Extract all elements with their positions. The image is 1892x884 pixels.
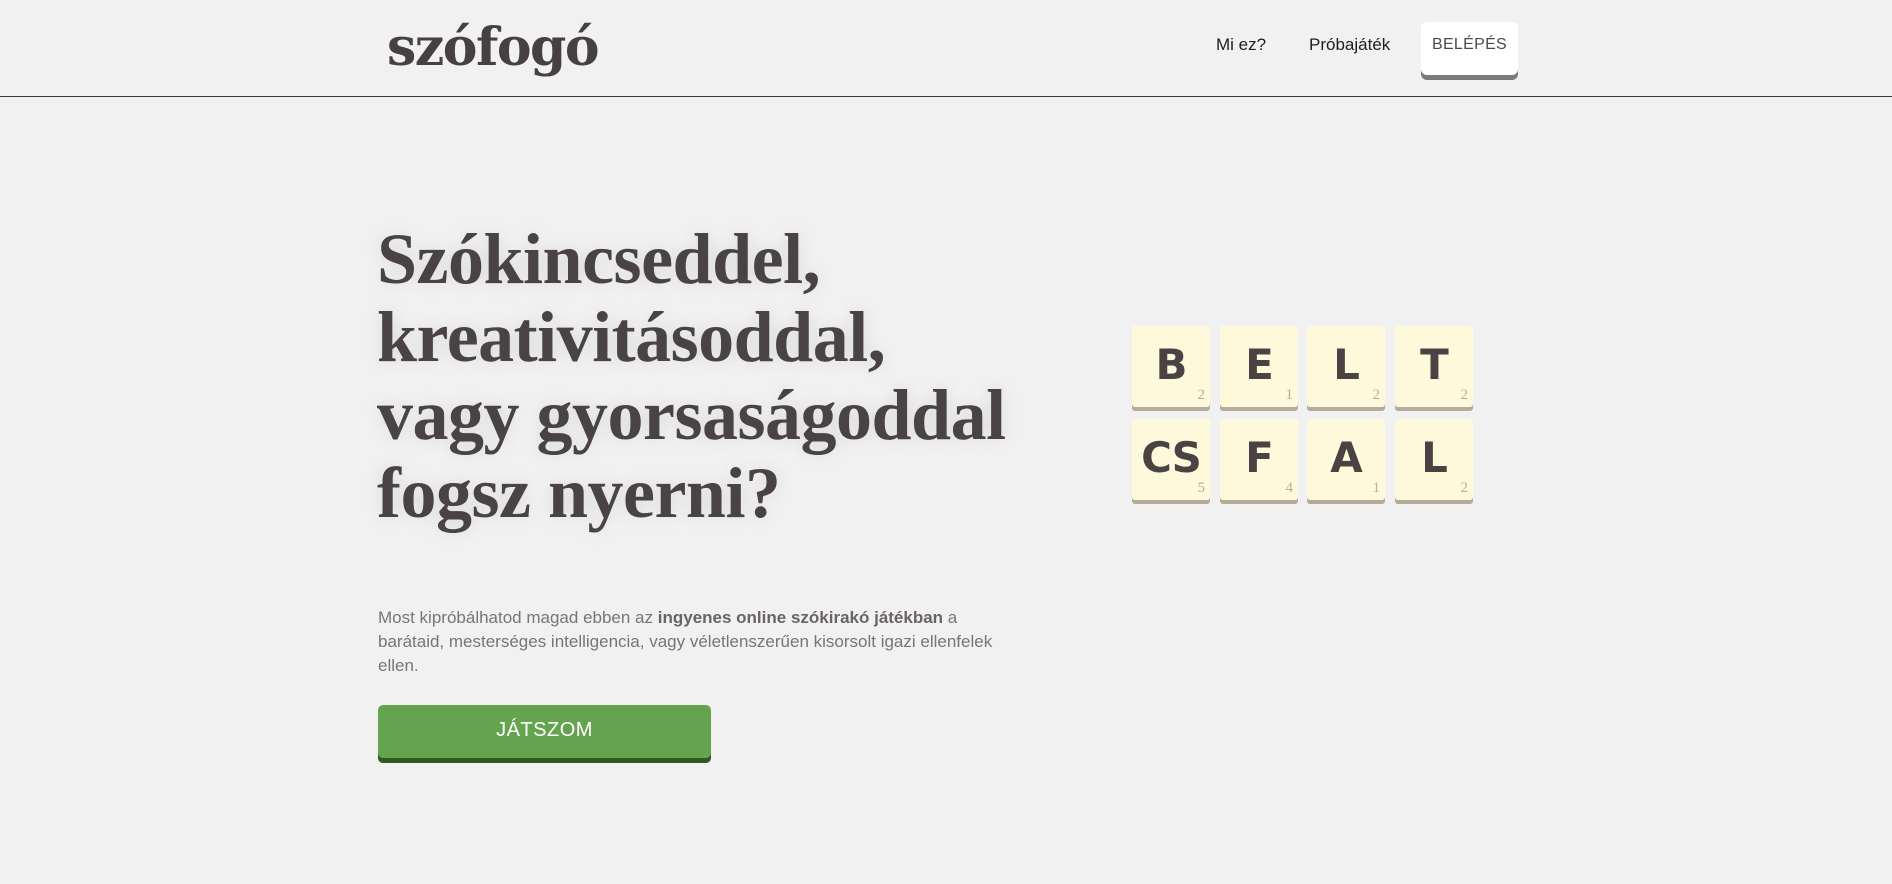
- hero-description-start: Most kipróbálhatod magad ebben az: [378, 608, 658, 627]
- tile-letter: F: [1245, 433, 1274, 482]
- tile-letter: E: [1245, 340, 1274, 389]
- letter-tile: E 1: [1220, 326, 1298, 407]
- letter-tile: L 2: [1307, 326, 1385, 407]
- hero-description: Most kipróbálhatod magad ebben az ingyen…: [378, 606, 1003, 678]
- tile-score: 1: [1285, 387, 1294, 403]
- hero-description-highlight: ingyenes online szókirakó játékban: [657, 608, 944, 627]
- tile-letter: L: [1333, 340, 1360, 389]
- tile-letter: T: [1420, 340, 1449, 389]
- tile-letter: A: [1330, 433, 1363, 482]
- letter-tile: L 2: [1395, 419, 1473, 500]
- letter-tile: A 1: [1307, 419, 1385, 500]
- hero-title: Szókincseddel, kreativitásoddal, vagy gy…: [377, 219, 1006, 533]
- site-header: szófogó Mi ez? Próbajáték BELÉPÉS: [0, 0, 1892, 97]
- play-button[interactable]: JÁTSZOM: [378, 705, 711, 758]
- letter-tiles: B 2 E 1 L 2 T 2 CS 5 F 4 A 1 L 2: [1132, 326, 1476, 506]
- tile-letter: B: [1155, 340, 1187, 389]
- tile-score: 1: [1372, 480, 1381, 496]
- nav-link-mi-ez[interactable]: Mi ez?: [1216, 34, 1266, 56]
- tile-score: 2: [1372, 387, 1381, 403]
- tile-score: 4: [1285, 480, 1294, 496]
- tile-letter: CS: [1141, 433, 1202, 482]
- letter-tile: T 2: [1395, 326, 1473, 407]
- tile-letter: L: [1421, 433, 1448, 482]
- letter-tile: CS 5: [1132, 419, 1210, 500]
- tile-score: 2: [1460, 387, 1469, 403]
- login-button[interactable]: BELÉPÉS: [1421, 22, 1518, 75]
- letter-tile: B 2: [1132, 326, 1210, 407]
- tile-score: 2: [1460, 480, 1469, 496]
- site-logo[interactable]: szófogó: [387, 12, 600, 84]
- nav-link-probajatek[interactable]: Próbajáték: [1309, 34, 1390, 56]
- tile-score: 2: [1197, 387, 1206, 403]
- letter-tile: F 4: [1220, 419, 1298, 500]
- tile-score: 5: [1197, 480, 1206, 496]
